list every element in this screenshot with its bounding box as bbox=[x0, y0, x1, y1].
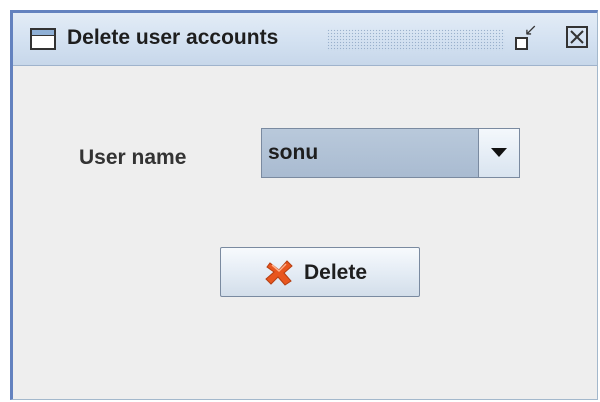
close-button[interactable] bbox=[566, 26, 594, 52]
user-name-label: User name bbox=[79, 146, 187, 169]
restore-button[interactable]: ↙ bbox=[511, 22, 539, 52]
close-x-icon bbox=[570, 30, 584, 44]
delete-button[interactable]: Delete bbox=[220, 247, 420, 297]
dialog-window: Delete user accounts ↙ User name sonu De… bbox=[10, 10, 598, 400]
window-icon bbox=[30, 28, 56, 50]
title-bar[interactable]: Delete user accounts ↙ bbox=[13, 13, 597, 66]
user-name-select-value: sonu bbox=[268, 141, 319, 164]
window-title: Delete user accounts bbox=[67, 26, 279, 49]
title-bar-grip bbox=[327, 29, 505, 51]
restore-arrow-icon: ↙ bbox=[524, 22, 538, 39]
chevron-down-icon bbox=[491, 148, 507, 157]
dropdown-arrow-button[interactable] bbox=[478, 129, 519, 177]
red-x-icon bbox=[265, 260, 293, 286]
delete-button-label: Delete bbox=[304, 261, 368, 284]
user-name-select[interactable]: sonu bbox=[261, 128, 520, 178]
